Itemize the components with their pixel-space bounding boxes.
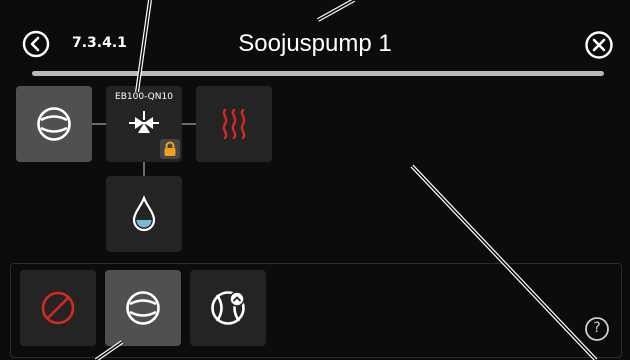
water-drop-icon [132,195,156,232]
connector-line [182,123,196,125]
lock-icon [164,141,176,156]
water-tile[interactable] [106,176,182,252]
lock-badge [160,139,180,159]
page-title: Soojuspump 1 [238,30,392,57]
mode-compressor-button[interactable] [105,270,181,346]
connector-line [92,123,106,125]
mode-forced-button[interactable] [190,270,266,346]
mode-panel [10,263,622,358]
valve-tile[interactable]: EB100-QN10 [106,86,182,162]
heat-waves-icon [222,108,246,140]
compressor-icon [37,107,71,141]
header-divider [32,71,604,76]
compressor-tile[interactable] [16,86,92,162]
help-label: ? [593,320,601,336]
heating-tile[interactable] [196,86,272,162]
valve-icon [129,111,159,133]
mode-off-button[interactable] [20,270,96,346]
help-button[interactable]: ? [584,316,610,342]
compressor-icon [126,291,160,325]
close-circle-icon [585,31,613,59]
compressor-forced-icon [211,291,245,325]
valve-label: EB100-QN10 [115,92,173,102]
close-button[interactable] [584,30,614,60]
connector-line [143,162,145,176]
prohibited-icon [41,291,75,325]
